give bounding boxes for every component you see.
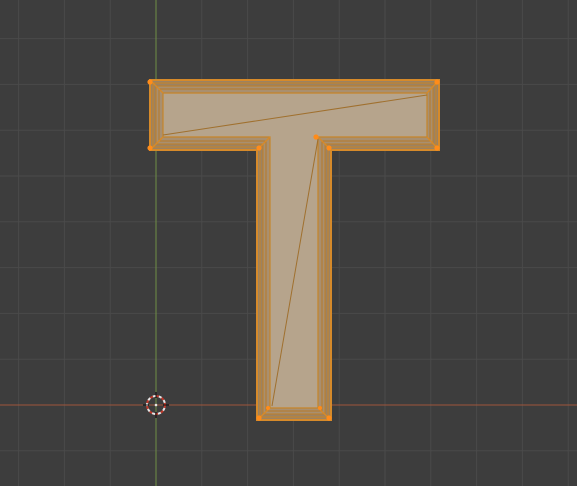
text-mesh-T[interactable] [147,79,440,421]
cursor-center-dot [154,403,158,407]
mesh-vertex[interactable] [326,415,332,421]
mesh-vertex[interactable] [318,406,322,410]
3d-viewport[interactable] [0,0,577,486]
mesh-vertex[interactable] [147,145,153,151]
mesh-vertex[interactable] [147,79,153,85]
viewport-canvas[interactable] [0,0,577,486]
mesh-vertex[interactable] [313,134,319,140]
mesh-vertex[interactable] [266,406,270,410]
mesh-vertex[interactable] [256,415,262,421]
3d-cursor-icon[interactable] [143,392,169,418]
mesh-vertex[interactable] [256,145,262,151]
mesh-vertex[interactable] [434,145,440,151]
mesh-vertex[interactable] [434,79,440,85]
mesh-vertex[interactable] [326,145,332,151]
